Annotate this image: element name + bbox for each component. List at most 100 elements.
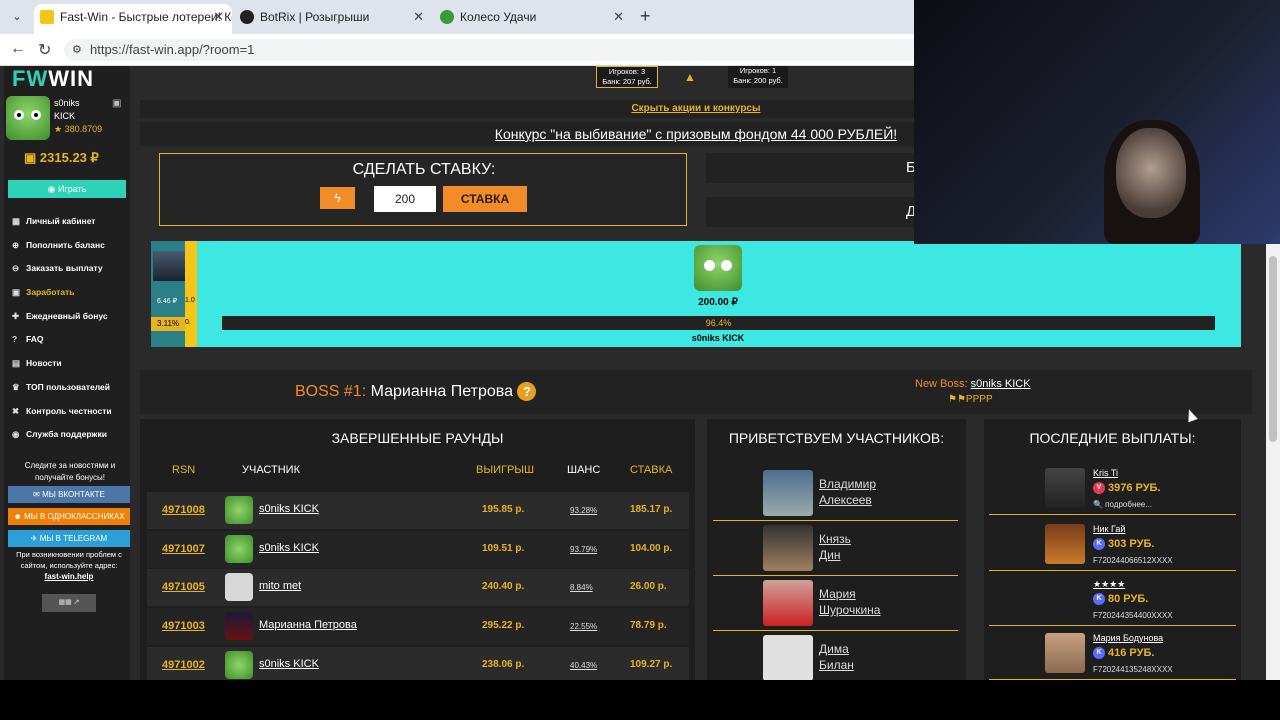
sidebar-item-7[interactable]: ♛ ТОП пользователей: [12, 380, 128, 404]
welcome-user-link[interactable]: Мария Шурочкина: [819, 586, 919, 618]
welcome-user-first: Дима: [819, 642, 849, 656]
chance-value: 8.84%: [570, 583, 593, 593]
avatar: [225, 612, 253, 641]
close-tab-icon[interactable]: ✕: [213, 4, 224, 30]
play-label: Играть: [57, 184, 87, 194]
reload-icon[interactable]: ↻: [38, 40, 51, 60]
col-win: ВЫИГРЫШ: [476, 464, 535, 476]
vk-button[interactable]: ✉ МЫ ВКОНТАКТЕ: [8, 486, 130, 503]
bet-amount-input[interactable]: [374, 186, 436, 212]
stake-button[interactable]: СТАВКА: [443, 186, 527, 212]
follow-text: Следите за новостями и получайте бонусы!: [24, 461, 116, 482]
help-icon[interactable]: ?: [517, 382, 537, 401]
payout-amount-value: 80 РУБ.: [1108, 593, 1149, 605]
tab-fast-win[interactable]: Fast-Win - Быстрые лотереи! Ком ✕: [34, 4, 232, 34]
close-tab-icon[interactable]: ✕: [613, 4, 624, 30]
sidebar-item-1[interactable]: ⊕ Пополнить баланс: [12, 238, 128, 262]
back-icon[interactable]: ←: [10, 40, 26, 58]
tab-wheel[interactable]: Колесо Удачи ✕: [434, 4, 632, 34]
table-row: 4971008 s0niks KICK 195.85 р. 93.28% 185.17 …: [147, 492, 689, 529]
round-id-link[interactable]: 4971003: [162, 620, 205, 632]
player-bet-amount: 200.00 ₽: [698, 297, 738, 308]
payment-method-icon: K: [1093, 538, 1105, 551]
logout-icon[interactable]: ▣: [112, 98, 121, 109]
avatar[interactable]: [6, 96, 50, 140]
new-tab-icon[interactable]: +: [640, 6, 651, 27]
welcome-user-link[interactable]: Князь Дин: [819, 531, 919, 563]
ok-button[interactable]: ☻ МЫ В ОДНОКЛАССНИКАХ: [8, 508, 130, 525]
welcome-user-first: Мария: [819, 587, 856, 601]
car-avatar: [153, 251, 185, 281]
round-id-link[interactable]: 4971007: [162, 543, 205, 555]
payout-detail[interactable]: 🔍 подробнее...: [1093, 500, 1152, 509]
sidebar-item-5[interactable]: ? FAQ: [12, 332, 128, 356]
tab-botrix[interactable]: BotRix | Розыгрыши ✕: [234, 4, 432, 34]
payout-user-link[interactable]: Ник Гай: [1093, 524, 1125, 534]
sidebar-item-label: Контроль честности: [26, 405, 112, 416]
payouts-panel: ПОСЛЕДНИЕ ВЫПЛАТЫ: Kris Ti V 3976 РУБ. 🔍 по…: [984, 419, 1241, 680]
logo[interactable]: FWWIN: [12, 66, 94, 92]
sidebar-item-4[interactable]: ✚ Ежедневный бонус: [12, 309, 128, 333]
car-percent: 3.11%: [151, 317, 185, 331]
user-name-text: s0niks: [54, 98, 80, 108]
telegram-label: МЫ В TELEGRAM: [39, 534, 108, 543]
payout-detail: F720244354400XXXX: [1093, 611, 1173, 620]
sidebar-item-icon: ▦: [12, 216, 21, 226]
site-info-icon[interactable]: ⚙: [72, 39, 82, 61]
tab-search-dropdown-icon[interactable]: ⌄: [6, 6, 28, 28]
round-id-link[interactable]: 4971008: [162, 504, 205, 516]
boss-label: BOSS #1:: [295, 383, 367, 400]
sidebar-item-icon: ▣: [12, 287, 21, 298]
welcome-user-link[interactable]: Дима Билан: [819, 641, 919, 673]
sidebar-item-icon: ▤: [12, 358, 21, 369]
botrix-favicon-icon: [240, 10, 254, 24]
sidebar-item-3[interactable]: ▣ Заработать: [12, 285, 128, 309]
sidebar-item-9[interactable]: ◉ Служба поддержки: [12, 427, 128, 451]
help-text: При возникновении проблем с сайтом, испо…: [16, 550, 122, 570]
sidebar-item-0[interactable]: ▦ Личный кабинет: [12, 214, 128, 238]
bank-badge-2[interactable]: Игроков: 1 Банк: 200 руб.: [728, 66, 788, 88]
stake-amount: 104.00 р.: [630, 542, 673, 554]
payout-user-link[interactable]: Kris Ti: [1093, 468, 1118, 478]
round-id-link[interactable]: 4971005: [162, 581, 205, 593]
avatar-eye: [31, 110, 41, 120]
new-boss-link[interactable]: s0niks KICK: [971, 378, 1031, 390]
telegram-button[interactable]: ✈ МЫ В TELEGRAM: [8, 530, 130, 547]
payout-amount: K 303 РУБ.: [1093, 538, 1154, 551]
user-name: s0niks KICK: [54, 97, 80, 123]
player-name-link[interactable]: Марианна Петрова: [259, 619, 357, 631]
welcome-user-link[interactable]: Владимир Алексеев: [819, 476, 919, 508]
chance-value: 22.55%: [570, 622, 598, 632]
bank-badge-1[interactable]: Игроков: 3 Банк: 207 руб.: [596, 66, 658, 88]
play-button[interactable]: ◉ Играть: [8, 180, 126, 198]
payout-user-link[interactable]: Мария Бодунова: [1093, 633, 1163, 643]
player-name-link[interactable]: mito met: [259, 580, 301, 592]
scrollbar-thumb[interactable]: [1269, 256, 1277, 442]
player-name-link[interactable]: s0niks KICK: [259, 658, 319, 670]
avatar: [1045, 633, 1085, 673]
close-tab-icon[interactable]: ✕: [413, 4, 424, 30]
player-name-link[interactable]: s0niks KICK: [259, 503, 319, 515]
webcam-overlay: [914, 0, 1280, 244]
url-text: https://fast-win.app/?room=1: [90, 42, 255, 57]
sidebar-item-2[interactable]: ⊖ Заказать выплату: [12, 261, 128, 285]
player-name-link[interactable]: s0niks KICK: [259, 542, 319, 554]
tab-title: Колесо Удачи: [460, 10, 537, 24]
list-item: Ник Гай K 303 РУБ. F720244066512XXXX: [989, 521, 1236, 571]
avatar-eye: [721, 260, 732, 271]
finished-rounds-panel: ЗАВЕРШЕННЫЕ РАУНДЫ RSN УЧАСТНИК ВЫИГРЫШ …: [140, 419, 695, 680]
sidebar-item-label: Личный кабинет: [26, 216, 96, 226]
round-id-link[interactable]: 4971002: [162, 659, 205, 671]
avatar: [1045, 468, 1085, 508]
payout-user-link[interactable]: ★★★★: [1093, 579, 1125, 590]
external-link-icon[interactable]: ▦▦ ↗: [42, 594, 96, 612]
quick-bet-button[interactable]: ϟ: [320, 187, 355, 209]
url-input[interactable]: ⚙ https://fast-win.app/?room=1: [64, 39, 924, 61]
welcome-user-last: Дин: [819, 548, 841, 562]
help-link[interactable]: fast-win.help: [10, 572, 128, 581]
sidebar-item-8[interactable]: ✖ Контроль честности: [12, 404, 128, 428]
sidebar-item-6[interactable]: ▤ Новости: [12, 356, 128, 380]
boss-title: BOSS #1: Марианна Петрова ?: [295, 382, 537, 401]
bell-icon: ▲: [684, 70, 696, 84]
col-chance: ШАНС: [567, 464, 601, 476]
